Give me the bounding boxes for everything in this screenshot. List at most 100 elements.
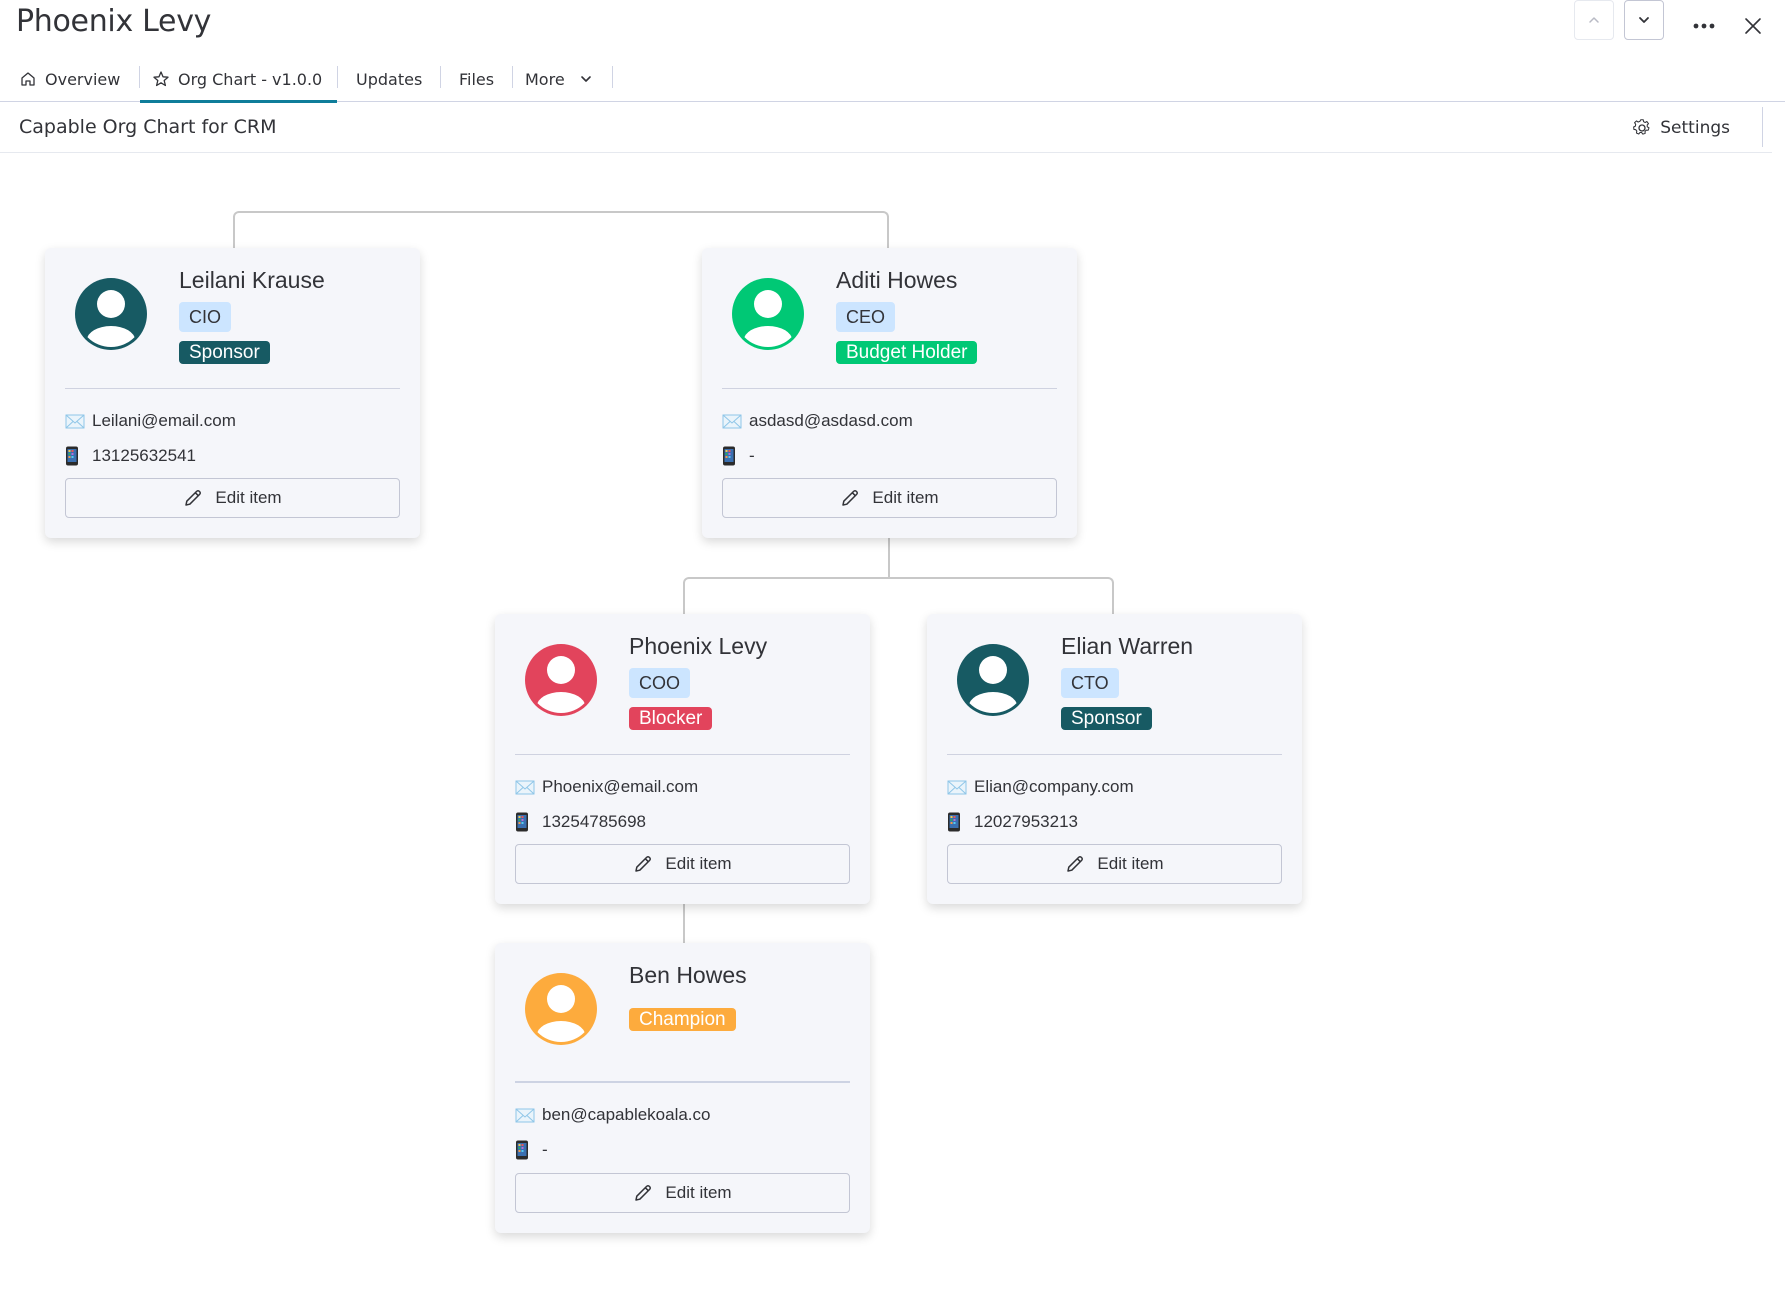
edit-item-button[interactable]: Edit item [65, 478, 400, 518]
role-tag: CIO [179, 302, 232, 332]
envelope-icon [65, 414, 87, 429]
tab-divider [337, 66, 338, 88]
board-title: Capable Org Chart for CRM [19, 116, 277, 138]
org-card-aditi: Aditi Howes CEO Budget Holder asdasd@asd… [702, 248, 1077, 538]
role-tag: COO [629, 668, 691, 698]
mobile-phone-icon [722, 446, 744, 466]
email-row: Phoenix@email.com [515, 777, 698, 797]
org-card-elian: Elian Warren CTO Sponsor Elian@company.c… [927, 614, 1302, 904]
star-icon [152, 70, 170, 88]
connector-top-level [233, 211, 889, 249]
divider [515, 754, 850, 755]
tab-divider [512, 66, 513, 88]
tab-files[interactable]: Files [459, 56, 494, 102]
board-view-header: Capable Org Chart for CRM Settings [0, 103, 1772, 153]
tab-org-chart[interactable]: Org Chart - v1.0.0 [140, 56, 337, 103]
avatar-person-icon [525, 973, 597, 1045]
phone-value: 13125632541 [92, 446, 197, 465]
avatar-person-icon [75, 278, 147, 350]
phone-row: - [515, 1140, 548, 1160]
phone-value: 13254785698 [542, 812, 647, 831]
more-horizontal-icon [1693, 23, 1715, 29]
email-row: Leilani@email.com [65, 411, 236, 431]
edit-item-label: Edit item [665, 854, 732, 873]
edit-item-button[interactable]: Edit item [515, 844, 850, 884]
email-value: asdasd@asdasd.com [749, 411, 913, 430]
edit-item-button[interactable]: Edit item [947, 844, 1282, 884]
tab-overview[interactable]: Overview [19, 56, 120, 102]
gear-icon [1633, 119, 1650, 135]
close-icon [1745, 18, 1761, 34]
pencil-icon [842, 490, 859, 506]
pencil-icon [1067, 856, 1084, 872]
email-row: ben@capablekoala.co [515, 1105, 711, 1125]
divider [1762, 107, 1763, 147]
tab-more[interactable]: More [525, 56, 593, 102]
tab-divider [612, 66, 613, 88]
divider [722, 388, 1057, 389]
envelope-icon [947, 780, 969, 795]
email-value: ben@capablekoala.co [542, 1105, 711, 1124]
person-name: Phoenix Levy [629, 633, 768, 659]
chevron-down-icon [1639, 17, 1649, 23]
envelope-icon [515, 1108, 537, 1123]
connector-phoenix-ben [683, 904, 685, 944]
settings-label: Settings [1660, 118, 1730, 138]
tab-label: Org Chart - v1.0.0 [178, 69, 323, 89]
mobile-phone-icon [515, 1140, 537, 1160]
edit-item-button[interactable]: Edit item [515, 1173, 850, 1213]
status-tag: Blocker [629, 707, 713, 730]
person-name: Aditi Howes [836, 267, 958, 293]
pencil-icon [635, 1185, 652, 1201]
pencil-icon [185, 490, 202, 506]
settings-button[interactable]: Settings [1632, 113, 1730, 143]
envelope-icon [722, 414, 744, 429]
phone-value: - [542, 1140, 548, 1159]
connector-aditi-down [888, 538, 890, 578]
status-tag: Budget Holder [836, 341, 978, 364]
more-options-button[interactable] [1684, 6, 1724, 46]
phone-value: 12027953213 [974, 812, 1079, 831]
avatar-person-icon [957, 644, 1029, 716]
mobile-phone-icon [515, 812, 537, 832]
phone-row: 13125632541 [65, 446, 196, 466]
tab-label: Updates [356, 69, 423, 89]
envelope-icon [515, 780, 537, 795]
mobile-phone-icon [65, 446, 87, 466]
email-value: Phoenix@email.com [542, 777, 699, 796]
status-tag: Sponsor [1061, 707, 1152, 730]
chevron-down-icon [579, 72, 593, 86]
org-card-leilani: Leilani Krause CIO Sponsor Leilani@email… [45, 248, 420, 538]
divider [515, 1081, 850, 1083]
divider [947, 754, 1282, 755]
role-tag: CEO [836, 302, 896, 332]
person-name: Ben Howes [629, 962, 747, 988]
edit-item-label: Edit item [215, 488, 282, 507]
email-value: Leilani@email.com [92, 411, 236, 430]
previous-item-button[interactable] [1574, 0, 1614, 40]
tab-divider [440, 66, 441, 88]
mobile-phone-icon [947, 812, 969, 832]
tab-label: More [525, 69, 565, 89]
person-name: Elian Warren [1061, 633, 1194, 659]
next-item-button[interactable] [1624, 0, 1664, 40]
phone-row: 12027953213 [947, 812, 1078, 832]
edit-item-button[interactable]: Edit item [722, 478, 1057, 518]
phone-value: - [749, 446, 755, 465]
phone-row: - [722, 446, 755, 466]
status-tag: Champion [629, 1008, 736, 1031]
edit-item-label: Edit item [872, 488, 939, 507]
email-row: Elian@company.com [947, 777, 1134, 797]
connector-aditi-children [683, 577, 1114, 615]
tab-updates[interactable]: Updates [356, 56, 422, 102]
org-card-phoenix: Phoenix Levy COO Blocker Phoenix@email.c… [495, 614, 870, 904]
pencil-icon [635, 856, 652, 872]
tab-label: Overview [45, 69, 121, 89]
close-button[interactable] [1733, 6, 1773, 46]
avatar-person-icon [732, 278, 804, 350]
email-value: Elian@company.com [974, 777, 1134, 796]
phone-row: 13254785698 [515, 812, 646, 832]
org-card-ben: Ben Howes Champion ben@capablekoala.co -… [495, 943, 870, 1233]
tab-label: Files [459, 69, 495, 89]
person-name: Leilani Krause [179, 267, 325, 293]
